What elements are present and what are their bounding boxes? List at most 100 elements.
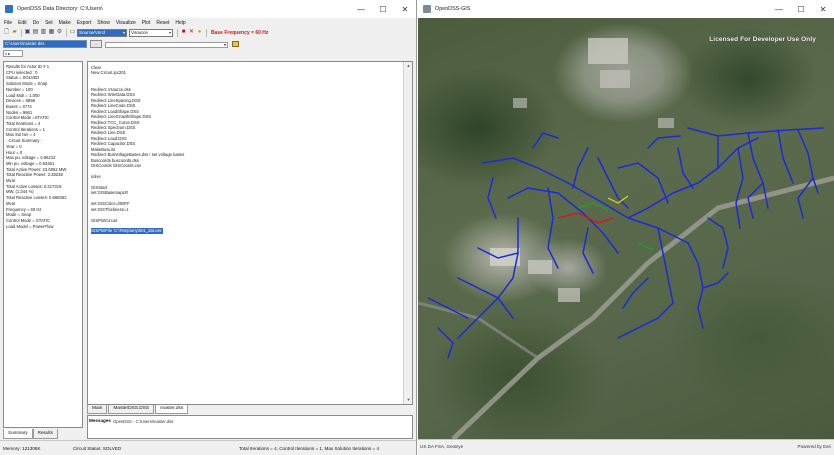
menu-reset[interactable]: Reset [156, 20, 169, 26]
script-tabs: Main MasterDSS.DSS master.dss [87, 405, 189, 414]
toolbar-separator [66, 28, 67, 37]
feeder-line[interactable] [647, 135, 681, 149]
menu-make[interactable]: Make [59, 20, 71, 26]
feeder-line[interactable] [572, 147, 589, 189]
toolbar-separator [177, 28, 178, 37]
tab-summary[interactable]: Summary [3, 429, 33, 439]
new-file-icon[interactable]: 🗋 [3, 29, 10, 36]
open-folder-icon[interactable] [232, 41, 239, 47]
memory-status: Memory: 121308K [3, 445, 41, 451]
minimize-icon[interactable]: — [350, 0, 372, 18]
feeder-line[interactable] [687, 242, 704, 329]
messages-label: Messages [89, 418, 111, 423]
selected-script-text[interactable]: GISPlotFile 'C:\Temp\any\001_dat.csv' [91, 228, 164, 234]
base-frequency-label: Base Frequency = 60 Hz [211, 29, 269, 36]
feeder-line[interactable] [735, 147, 744, 229]
opendss-app-icon [5, 5, 13, 13]
feeder-line[interactable] [532, 132, 559, 149]
tab-results[interactable]: Results [32, 429, 58, 439]
save-all-icon[interactable]: ▤ [32, 29, 39, 36]
menu-export[interactable]: Export [77, 20, 91, 26]
building-block [600, 70, 630, 88]
feeder-line[interactable] [582, 227, 594, 274]
menu-show[interactable]: Show [97, 20, 110, 26]
minimize-icon[interactable]: — [768, 0, 790, 18]
gis-window-title: OpenDSS-GIS [435, 6, 471, 12]
menu-bar: File Edit Do Set Make Export Show Visual… [0, 18, 416, 27]
feeder-line[interactable] [547, 187, 559, 269]
feeder-line[interactable] [507, 187, 619, 254]
path-row: C:\Users\master.dss ... ▾ x ▸ [0, 38, 416, 60]
feeder-line[interactable] [437, 327, 454, 359]
scroll-up-icon[interactable]: ▲ [404, 62, 413, 70]
tab-main[interactable]: Main [87, 405, 108, 414]
maximize-icon[interactable]: ☐ [372, 0, 394, 18]
feeder-highlight [637, 242, 654, 251]
feeder-line[interactable] [777, 129, 794, 184]
browse-button[interactable]: ... [90, 40, 102, 48]
menu-visualize[interactable]: Visualize [116, 20, 136, 26]
close-icon[interactable]: ✕ [812, 0, 834, 18]
menu-file[interactable]: File [4, 20, 12, 26]
recent-files-combo[interactable]: ▾ [105, 42, 228, 48]
feeder-line[interactable] [687, 127, 824, 137]
feeder-line[interactable] [487, 177, 497, 219]
feeder-line[interactable] [482, 157, 689, 244]
gis-app-icon [423, 5, 431, 13]
cancel-icon[interactable]: ✕ [188, 29, 195, 36]
tab-masterdss[interactable]: MasterDSS.DSS [108, 405, 155, 414]
iteration-status: Total Iterations = 4, Control Iterations… [239, 445, 380, 451]
stop-icon[interactable]: ■ [180, 29, 187, 36]
toolbar-separator [206, 28, 207, 37]
menu-set[interactable]: Set [45, 20, 53, 26]
menu-plot[interactable]: Plot [142, 20, 151, 26]
building-block [658, 118, 674, 128]
source-class-value: Source/Vsrcl [79, 29, 106, 35]
feeder-line[interactable] [657, 227, 674, 304]
result-filter-field[interactable]: x ▸ [3, 50, 23, 57]
help-bulb-icon[interactable]: ● [196, 29, 203, 36]
menu-do[interactable]: Do [33, 20, 39, 26]
print-icon[interactable]: ▦ [48, 29, 55, 36]
maximize-icon[interactable]: ☐ [790, 0, 812, 18]
feeder-line[interactable] [617, 162, 669, 204]
satellite-map[interactable]: Licensed For Developer Use Only [418, 18, 834, 439]
script-line[interactable]: GISPlotFile 'C:\Temp\any\001_dat.csv' [91, 228, 400, 234]
edit-icon[interactable]: ▭ [69, 29, 76, 36]
feeder-line[interactable] [457, 217, 519, 339]
window-controls: — ☐ ✕ [768, 0, 834, 18]
scroll-down-icon[interactable]: ▼ [404, 396, 413, 404]
settings-icon[interactable]: ⚙ [56, 29, 63, 36]
building-block [528, 260, 552, 274]
script-editor[interactable]: Clear New Circuit.ipc201 Redirect Vsource.… [87, 61, 413, 405]
feeder-line[interactable] [617, 302, 674, 339]
highway [451, 175, 834, 439]
menu-edit[interactable]: Edit [18, 20, 27, 26]
main-window-title: OpenDSS Data Directory: C:\Users\ [17, 6, 103, 12]
map-attribution: US DA FSA, GeoEye [420, 444, 464, 449]
feeder-line[interactable] [677, 147, 694, 189]
element-class-value: Vsource [131, 29, 148, 35]
feeder-line[interactable] [702, 272, 729, 289]
menu-help[interactable]: Help [175, 20, 185, 26]
open-folder-icon[interactable]: ▰ [11, 29, 18, 36]
status-bar: Memory: 121308K Circuit Status: SOLVED T… [0, 440, 416, 455]
building-block [588, 38, 628, 64]
summary-tabs: Summary Results [3, 429, 58, 439]
feeder-line[interactable] [707, 217, 729, 269]
source-class-combo[interactable]: Source/Vsrcl ▾ [77, 28, 127, 37]
close-icon[interactable]: ✕ [394, 0, 416, 18]
script-path-field[interactable]: C:\Users\master.dss [3, 40, 87, 48]
map-overlay [418, 38, 834, 439]
element-class-combo[interactable]: Vsource ▾ [129, 28, 173, 37]
chevron-down-icon: ▾ [168, 29, 171, 35]
save-icon[interactable]: ▣ [24, 29, 31, 36]
highway [418, 301, 539, 360]
script-text[interactable]: Clear New Circuit.ipc201 Redirect Vsource.… [89, 63, 402, 403]
chevron-down-icon: ▾ [122, 29, 125, 35]
editor-scrollbar[interactable]: ▲ ▼ [403, 62, 412, 404]
feeder-line[interactable] [457, 277, 514, 319]
main-toolbar: 🗋 ▰ ▣ ▤ ▥ ▦ ⚙ ▭ Source/Vsrcl ▾ Vsource ▾… [0, 27, 416, 38]
tab-master-dss[interactable]: master.dss [155, 405, 189, 414]
copy-icon[interactable]: ▥ [40, 29, 47, 36]
